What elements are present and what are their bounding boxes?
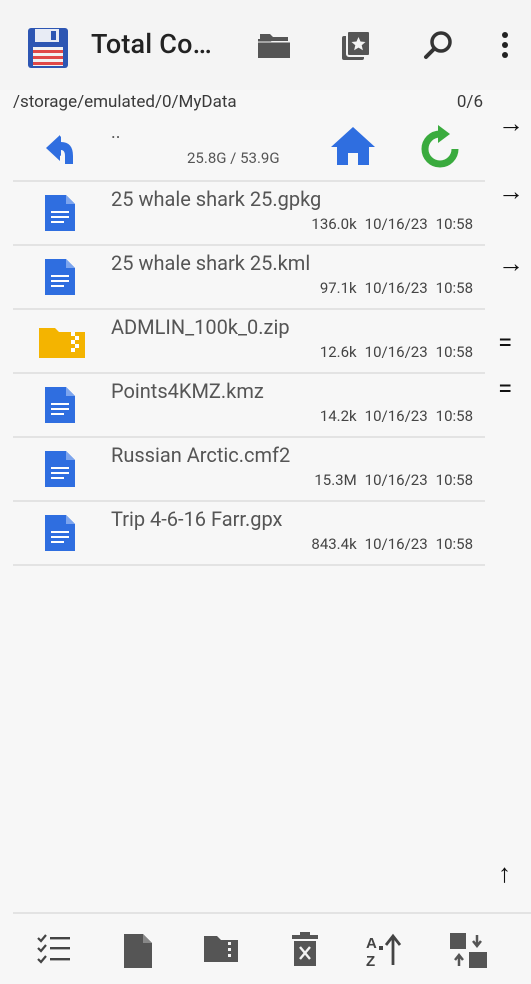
floppy-disk-icon[interactable] — [27, 27, 69, 73]
file-size: 15.3M — [314, 471, 357, 489]
file-date: 10/16/23 — [364, 343, 428, 361]
more-vert-icon[interactable] — [500, 30, 510, 64]
document-icon — [43, 193, 77, 237]
side-arrow-right[interactable]: → — [498, 176, 524, 207]
new-folder-icon[interactable] — [202, 932, 240, 968]
home-icon[interactable] — [329, 125, 377, 171]
document-icon — [43, 257, 77, 301]
file-row[interactable]: Trip 4-6-16 Farr.gpx 843.4k 10/16/23 10:58 — [13, 502, 485, 566]
app-title: Total Co… — [91, 28, 212, 60]
delete-icon[interactable] — [291, 932, 319, 972]
file-meta: 97.1k 10/16/23 10:58 — [320, 279, 473, 297]
file-date: 10/16/23 — [364, 471, 428, 489]
new-file-icon[interactable] — [122, 932, 154, 974]
file-size: 12.6k — [319, 343, 357, 361]
file-name: ADMLIN_100k_0.zip — [111, 315, 290, 339]
side-arrow-right[interactable]: → — [498, 108, 524, 139]
swap-panels-icon[interactable] — [449, 932, 489, 974]
file-name: 25 whale shark 25.kml — [111, 251, 311, 275]
up-arrow-icon[interactable] — [43, 134, 75, 170]
file-row[interactable]: Points4KMZ.kmz 14.2k 10/16/23 10:58 — [13, 374, 485, 438]
checklist-icon[interactable] — [36, 932, 72, 970]
refresh-icon[interactable] — [419, 124, 461, 172]
storage-space: 25.8G / 53.9G — [187, 149, 280, 167]
file-time: 10:58 — [435, 279, 473, 297]
document-icon — [43, 449, 77, 493]
file-size: 136.0k — [311, 215, 357, 233]
svg-text:A: A — [366, 935, 377, 952]
file-name: 25 whale shark 25.gpkg — [111, 187, 322, 211]
side-equals[interactable]: = — [498, 328, 512, 358]
file-name: Trip 4-6-16 Farr.gpx — [111, 507, 283, 531]
file-time: 10:58 — [435, 535, 473, 553]
file-name: Russian Arctic.cmf2 — [111, 443, 291, 467]
file-row[interactable]: ADMLIN_100k_0.zip 12.6k 10/16/23 10:58 — [13, 310, 485, 374]
file-time: 10:58 — [435, 215, 473, 233]
zip-folder-icon — [37, 324, 87, 364]
document-icon — [43, 385, 77, 429]
parent-dir-label: .. — [111, 122, 121, 143]
file-date: 10/16/23 — [364, 535, 428, 553]
file-meta: 136.0k 10/16/23 10:58 — [311, 215, 473, 233]
file-date: 10/16/23 — [364, 407, 428, 425]
document-icon — [43, 513, 77, 557]
bottom-toolbar: A Z — [13, 912, 531, 984]
app-bar: Total Co… — [0, 0, 531, 90]
file-row[interactable]: 25 whale shark 25.kml 97.1k 10/16/23 10:58 — [13, 246, 485, 310]
file-size: 843.4k — [311, 535, 357, 553]
file-row[interactable]: Russian Arctic.cmf2 15.3M 10/16/23 10:58 — [13, 438, 485, 502]
file-meta: 14.2k 10/16/23 10:58 — [320, 407, 473, 425]
search-icon[interactable] — [422, 30, 454, 66]
file-meta: 15.3M 10/16/23 10:58 — [314, 471, 473, 489]
current-path: /storage/emulated/0/MyData — [13, 92, 237, 112]
side-equals[interactable]: = — [498, 374, 512, 404]
file-time: 10:58 — [435, 407, 473, 425]
path-bar[interactable]: /storage/emulated/0/MyData 0/6 — [13, 92, 483, 116]
svg-text:Z: Z — [366, 953, 375, 968]
file-meta: 843.4k 10/16/23 10:58 — [311, 535, 473, 553]
sort-az-icon[interactable]: A Z — [365, 932, 405, 972]
side-arrow-right[interactable]: → — [498, 248, 524, 279]
file-date: 10/16/23 — [364, 279, 428, 297]
file-size: 97.1k — [319, 279, 357, 297]
file-list: 25 whale shark 25.gpkg 136.0k 10/16/23 10:… — [13, 182, 485, 566]
file-size: 14.2k — [319, 407, 357, 425]
file-row[interactable]: 25 whale shark 25.gpkg 136.0k 10/16/23 10:… — [13, 182, 485, 246]
file-time: 10:58 — [435, 471, 473, 489]
parent-directory-row[interactable]: .. 25.8G / 53.9G — [13, 118, 485, 182]
bookmark-star-icon[interactable] — [340, 30, 372, 66]
folder-stack-icon[interactable] — [256, 30, 292, 64]
file-date: 10/16/23 — [364, 215, 428, 233]
file-time: 10:58 — [435, 343, 473, 361]
selection-count: 0/6 — [456, 92, 483, 112]
side-arrow-up[interactable]: ↑ — [498, 858, 511, 889]
file-name: Points4KMZ.kmz — [111, 379, 264, 403]
file-meta: 12.6k 10/16/23 10:58 — [320, 343, 473, 361]
